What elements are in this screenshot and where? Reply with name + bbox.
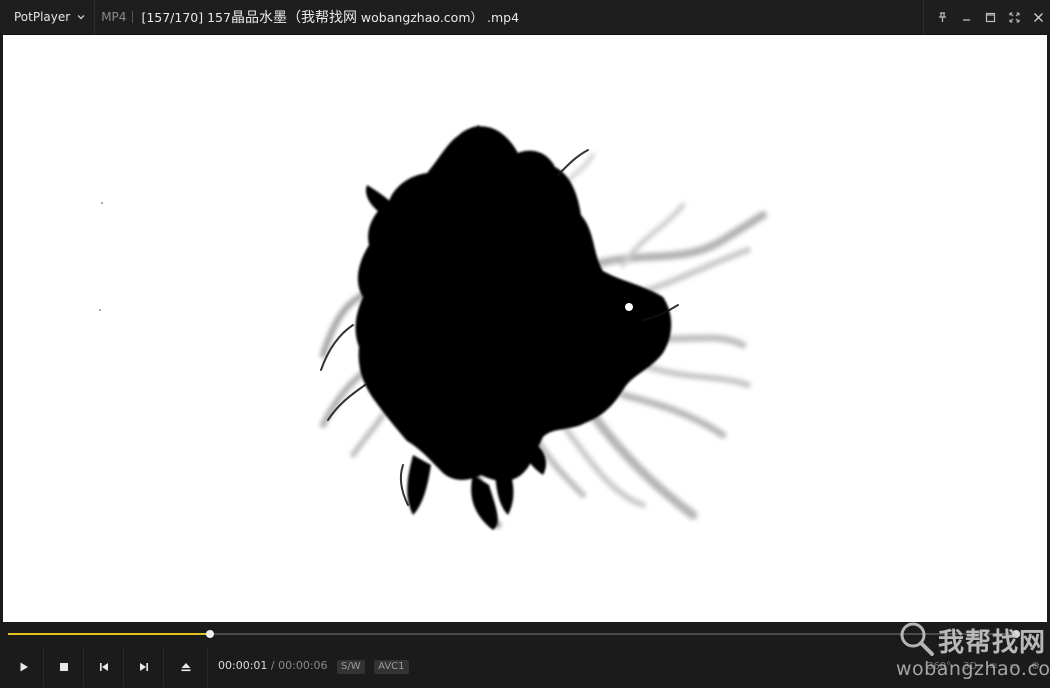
- format-label: MP4: [101, 10, 127, 24]
- pin-button[interactable]: [930, 0, 954, 35]
- play-button[interactable]: [4, 646, 44, 687]
- seek-progress: [8, 633, 211, 635]
- codec-badge[interactable]: AVC1: [374, 660, 409, 674]
- playlist-button[interactable]: ≡: [989, 661, 997, 672]
- eject-button[interactable]: [164, 646, 208, 687]
- maximize-icon: [985, 12, 995, 23]
- title-ext: .mp4: [486, 10, 520, 25]
- app-name: PotPlayer: [14, 10, 71, 24]
- seek-track[interactable]: [8, 630, 1020, 638]
- right-controls: 360° 3D ≡ ▭ ⚙: [927, 645, 1040, 688]
- app-menu-button[interactable]: PotPlayer: [0, 0, 96, 35]
- 3d-button[interactable]: 3D: [963, 661, 977, 672]
- window-buttons: [923, 0, 1050, 35]
- next-icon: [139, 662, 148, 671]
- subtitle-button[interactable]: ▭: [1010, 661, 1019, 672]
- minimize-icon: [962, 19, 970, 21]
- title-separator: [132, 11, 134, 23]
- eject-icon: [181, 662, 190, 671]
- minimize-button[interactable]: [954, 0, 978, 35]
- chevron-down-icon: [77, 15, 85, 20]
- time-separator: /: [270, 659, 275, 672]
- seek-handle[interactable]: [206, 630, 215, 638]
- ink-splash-image: [99, 125, 767, 530]
- title-site: wobangzhao.com）: [356, 10, 483, 25]
- file-title: [157/170] 157晶品水墨（我帮找网 wobangzhao.com） .…: [141, 7, 519, 27]
- decoder-badge[interactable]: S/W: [337, 660, 365, 674]
- play-icon: [20, 662, 28, 671]
- maximize-button[interactable]: [978, 0, 1002, 35]
- previous-icon: [99, 662, 108, 671]
- fullscreen-icon: [1008, 12, 1020, 23]
- playlist-position: [157/170] 157: [141, 10, 231, 25]
- stop-button[interactable]: [44, 646, 84, 687]
- previous-button[interactable]: [84, 646, 124, 687]
- video-frame[interactable]: [3, 35, 1047, 622]
- seek-bar[interactable]: [0, 623, 1050, 645]
- current-time: 00:00:01: [218, 659, 268, 672]
- time-display: 00:00:01 / 00:00:06 S/W AVC1: [218, 659, 409, 674]
- close-button[interactable]: [1026, 0, 1050, 35]
- title-bar: PotPlayer MP4 [157/170] 157晶品水墨（我帮找网 wob…: [0, 0, 1050, 35]
- duration: 00:00:06: [278, 659, 328, 672]
- vr360-button[interactable]: 360°: [927, 661, 951, 672]
- control-bar: 00:00:01 / 00:00:06 S/W AVC1 360° 3D ≡ ▭…: [0, 645, 1050, 688]
- seek-end-marker: [1012, 630, 1020, 638]
- close-icon: [1033, 13, 1043, 22]
- settings-button[interactable]: ⚙: [1031, 661, 1040, 672]
- title-cjk: 晶品水墨（我帮找网: [230, 10, 357, 26]
- pin-icon: [938, 12, 946, 22]
- stop-icon: [59, 662, 68, 671]
- fullscreen-button[interactable]: [1002, 0, 1026, 35]
- next-button[interactable]: [124, 646, 164, 687]
